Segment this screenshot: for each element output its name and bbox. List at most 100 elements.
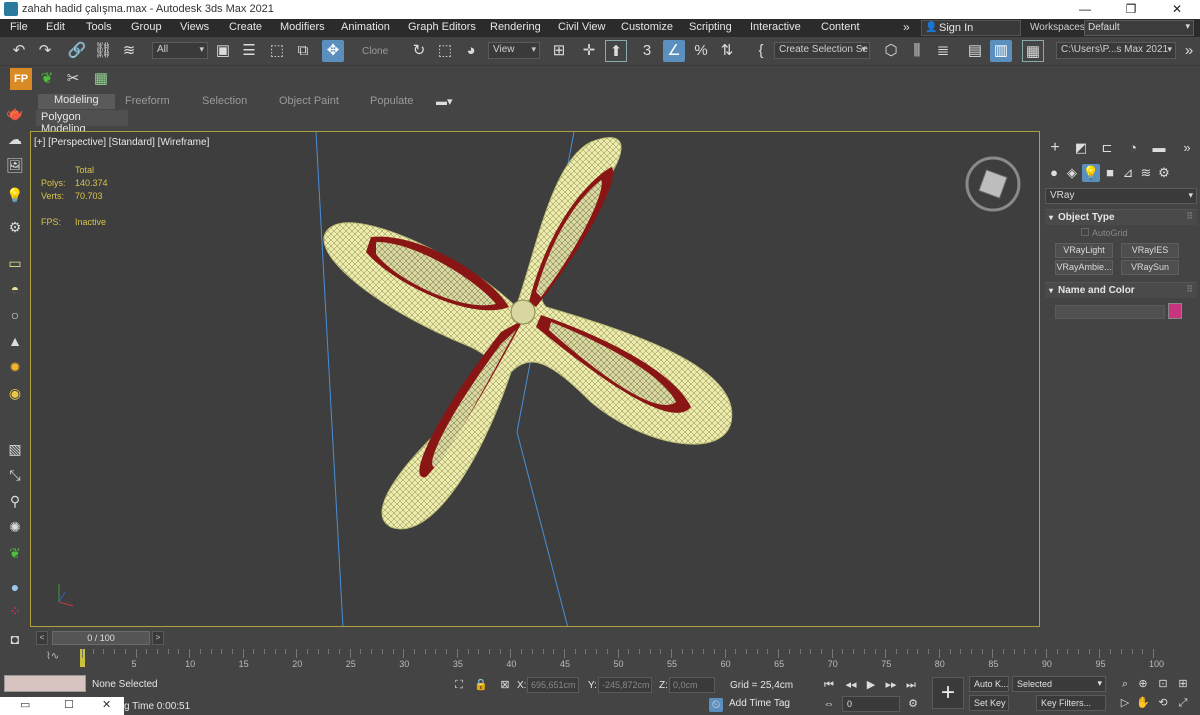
track-bar[interactable]: ⌇∿ 5 10 15 20 25 30 35 40 45 50 55 60 65 70 75 80 85 90 95… [30, 647, 1164, 671]
window-crossing-icon[interactable]: ⧉ [292, 40, 314, 62]
menu-customize[interactable]: Customize [621, 21, 673, 33]
close-strip-icon[interactable]: ✕ [102, 698, 111, 711]
go-to-start-icon[interactable]: ⏮ [822, 678, 836, 692]
go-to-end-icon[interactable]: ⏭ [904, 678, 918, 692]
isolate-selection-icon[interactable]: ⛶ [452, 678, 466, 692]
redo-icon[interactable]: ↷ [34, 40, 56, 62]
color-dots-icon[interactable]: ⁘ [5, 601, 25, 621]
warp-icon[interactable]: ⚲ [5, 491, 25, 511]
tools-icon[interactable]: ✂ [62, 68, 84, 90]
object-type-rollout[interactable]: ▾ Object Type ⠿ [1045, 209, 1197, 225]
zoom-extents-icon[interactable]: ⊡ [1156, 677, 1170, 691]
viewport-label[interactable]: [+] [Perspective] [Standard] [Wireframe] [34, 137, 209, 148]
more-tabs-icon[interactable]: » [1178, 139, 1196, 157]
snaps-toggle-icon[interactable]: 3 [636, 40, 658, 62]
scatter-icon[interactable]: ❦ [36, 68, 58, 90]
select-object-icon[interactable]: ▣ [212, 40, 234, 62]
sign-in-button[interactable]: 👤 Sign In [921, 20, 1021, 36]
orbit-icon[interactable]: ⟲ [1156, 696, 1170, 710]
minimize-button[interactable]: — [1062, 0, 1108, 19]
create-tab-icon[interactable]: + [1046, 139, 1064, 157]
vraylight-button[interactable]: VRayLight [1055, 243, 1113, 258]
material-sphere-icon[interactable]: ● [5, 577, 25, 597]
absolute-mode-icon[interactable]: ⊠ [498, 678, 512, 692]
display-tab-icon[interactable]: ▬ [1150, 139, 1168, 157]
unlink-icon[interactable]: ⛓ [92, 40, 114, 62]
dome-icon[interactable]: ◓ [5, 279, 25, 299]
vrayambient-button[interactable]: VRayAmbie... [1055, 260, 1113, 275]
move-icon[interactable]: ✥ [322, 40, 344, 62]
pyramid-icon[interactable]: ▲ [5, 331, 25, 351]
window-frame-icon[interactable]: ☐ [64, 698, 74, 711]
light-bulb-icon[interactable]: 💡 [5, 185, 25, 205]
key-mode-dropdown[interactable]: Selected ▾ [1012, 676, 1106, 692]
align-icon[interactable]: ⫼ [906, 40, 928, 62]
tab-modeling[interactable]: Modeling [38, 94, 115, 109]
menu-file[interactable]: File [10, 21, 28, 33]
teapot-icon[interactable]: 🫖 [5, 103, 25, 123]
field-of-view-icon[interactable]: ▷ [1118, 696, 1132, 710]
percent-snap-icon[interactable]: % [690, 40, 712, 62]
motion-tab-icon[interactable]: ◔ [1124, 139, 1142, 157]
lights-icon[interactable]: 💡 [1082, 164, 1100, 182]
sun-icon[interactable]: ✹ [5, 357, 25, 377]
systems-icon[interactable]: ⚙ [1155, 164, 1173, 182]
menu-overflow-button[interactable]: » [903, 20, 910, 34]
tab-selection[interactable]: Selection [202, 95, 247, 107]
time-slider-thumb[interactable]: 0 / 100 [52, 631, 150, 645]
time-tag-icon[interactable]: ⏲ [709, 698, 723, 712]
menu-group[interactable]: Group [131, 21, 162, 33]
zoom-extents-all-icon[interactable]: ⊞ [1176, 677, 1190, 691]
spreadsheet-icon[interactable]: ▦ [90, 68, 112, 90]
previous-frame-icon[interactable]: ◂◂ [844, 678, 858, 692]
menu-animation[interactable]: Animation [341, 21, 390, 33]
vrayies-button[interactable]: VRayIES [1121, 243, 1179, 258]
disc-icon[interactable]: ◉ [5, 383, 25, 403]
keyboard-shortcut-override-icon[interactable]: ⬆ [605, 40, 627, 62]
clone-label[interactable]: Clone [362, 46, 388, 57]
x-coord-field[interactable]: 695,651cm [527, 677, 579, 693]
menu-interactive[interactable]: Interactive [750, 21, 801, 33]
rectangular-selection-icon[interactable]: ⬚ [266, 40, 288, 62]
image-icon[interactable]: 🖼 [5, 155, 25, 175]
modify-tab-icon[interactable]: ◩ [1072, 139, 1090, 157]
polygon-modeling-panel[interactable]: Polygon Modeling [36, 110, 128, 135]
forest-pack-icon[interactable]: FP [10, 68, 32, 90]
current-frame-field[interactable]: 0 [842, 696, 900, 712]
zoom-all-icon[interactable]: ⊕ [1136, 677, 1150, 691]
helper-icon[interactable]: ⚙ [5, 217, 25, 237]
space-warps-icon[interactable]: ≋ [1137, 164, 1155, 182]
project-folder-dropdown[interactable]: C:\Users\P...s Max 2021 ▾ [1056, 42, 1176, 59]
render-icon[interactable]: ◘ [5, 629, 25, 649]
autogrid-checkbox[interactable]: AutoGrid [1081, 228, 1128, 238]
bind-space-warp-icon[interactable]: ≋ [118, 40, 140, 62]
time-slider[interactable]: < 0 / 100 > [30, 630, 1040, 646]
edit-named-selection-icon[interactable]: { [750, 40, 772, 62]
place-icon[interactable]: ◕ [460, 40, 482, 62]
maxscript-listener[interactable] [4, 675, 86, 692]
tab-populate[interactable]: Populate [370, 95, 413, 107]
curve-editor-icon[interactable]: ▦ [1022, 40, 1044, 62]
menu-graph-editors[interactable]: Graph Editors [408, 21, 476, 33]
key-filters-button[interactable]: Key Filters... [1036, 695, 1106, 711]
transform-icon[interactable]: ⤡ [5, 465, 25, 485]
pan-icon[interactable]: ✋ [1136, 696, 1150, 710]
helpers-icon[interactable]: ⊿ [1119, 164, 1137, 182]
plane-icon[interactable]: ▭ [5, 253, 25, 273]
y-coord-field[interactable]: -245,872cm [598, 677, 652, 693]
select-by-name-icon[interactable]: ☰ [238, 40, 260, 62]
sphere-helper-icon[interactable]: ✺ [5, 517, 25, 537]
undo-icon[interactable]: ↶ [8, 40, 30, 62]
key-mode-icon[interactable]: ⇔ [822, 697, 836, 711]
link-icon[interactable]: 🔗 [66, 40, 88, 62]
named-selection-set-dropdown[interactable]: Create Selection Se ▾ [774, 42, 870, 59]
play-icon[interactable]: ▶ [864, 678, 878, 692]
set-key-big-button[interactable]: + [932, 677, 964, 709]
menu-content[interactable]: Content [821, 21, 860, 33]
angle-snap-icon[interactable]: ∠ [663, 40, 685, 62]
menu-modifiers[interactable]: Modifiers [280, 21, 325, 33]
maximize-button[interactable]: ❐ [1108, 0, 1154, 19]
rotate-icon[interactable]: ↻ [408, 40, 430, 62]
hierarchy-tab-icon[interactable]: ⊏ [1098, 139, 1116, 157]
layer-explorer-icon[interactable]: ▤ [964, 40, 986, 62]
